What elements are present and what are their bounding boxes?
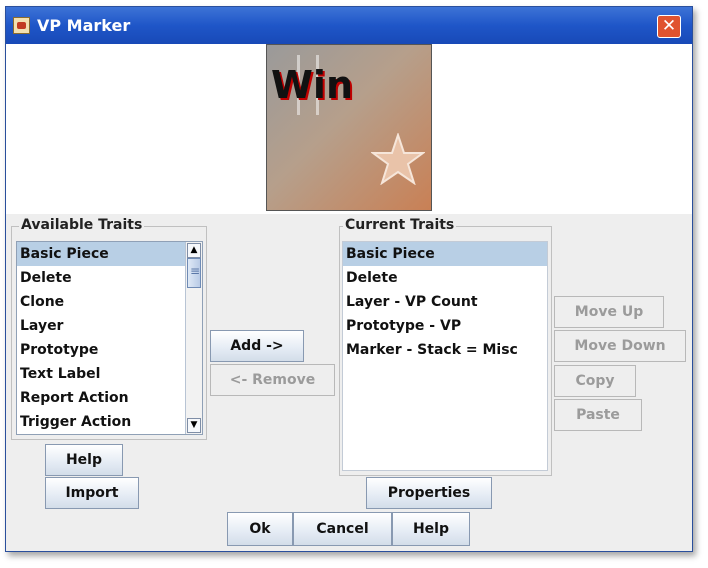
dialog-window: VP Marker ✕ Win Available Traits Basic P… bbox=[5, 6, 693, 552]
piece-preview-area: Win bbox=[6, 44, 692, 214]
list-item[interactable]: Report Action bbox=[17, 386, 202, 410]
cancel-button[interactable]: Cancel bbox=[293, 512, 392, 546]
help-button-bottom[interactable]: Help bbox=[392, 512, 470, 546]
list-item[interactable]: Prototype bbox=[17, 338, 202, 362]
list-item[interactable]: Marker - Stack = Misc bbox=[343, 338, 547, 362]
current-traits-list[interactable]: Basic Piece Delete Layer - VP Count Prototy… bbox=[342, 241, 548, 471]
scroll-down-button[interactable]: ▼ bbox=[187, 418, 201, 433]
list-item[interactable]: Prototype - VP bbox=[343, 314, 547, 338]
list-item[interactable]: Layer bbox=[17, 314, 202, 338]
star-icon bbox=[371, 133, 425, 185]
scroll-up-button[interactable]: ▲ bbox=[187, 243, 201, 258]
list-item[interactable]: Basic Piece bbox=[17, 242, 202, 266]
move-up-button[interactable]: Move Up bbox=[554, 296, 664, 328]
window-title: VP Marker bbox=[37, 16, 131, 35]
list-item[interactable]: Delete bbox=[17, 266, 202, 290]
java-app-icon bbox=[13, 17, 30, 34]
ok-button[interactable]: Ok bbox=[227, 512, 293, 546]
list-item[interactable]: Basic Piece bbox=[343, 242, 547, 266]
current-traits-label: Current Traits bbox=[343, 217, 457, 233]
paste-button[interactable]: Paste bbox=[554, 399, 642, 431]
available-traits-label: Available Traits bbox=[19, 217, 145, 233]
list-item[interactable]: Trigger Action bbox=[17, 410, 202, 434]
list-item[interactable]: Layer - VP Count bbox=[343, 290, 547, 314]
properties-button[interactable]: Properties bbox=[366, 477, 492, 509]
copy-button[interactable]: Copy bbox=[554, 365, 636, 397]
remove-button[interactable]: <- Remove bbox=[210, 364, 335, 396]
list-item[interactable]: Text Label bbox=[17, 362, 202, 386]
piece-image: Win bbox=[266, 44, 432, 211]
list-item[interactable]: Delete bbox=[343, 266, 547, 290]
add-button[interactable]: Add -> bbox=[210, 330, 304, 362]
move-down-button[interactable]: Move Down bbox=[554, 330, 686, 362]
scroll-thumb[interactable] bbox=[187, 258, 201, 288]
import-button[interactable]: Import bbox=[45, 477, 139, 509]
title-bar[interactable]: VP Marker ✕ bbox=[6, 7, 692, 44]
available-traits-list[interactable]: Basic Piece Delete Clone Layer Prototype Text… bbox=[16, 241, 203, 435]
list-item[interactable]: Clone bbox=[17, 290, 202, 314]
close-button[interactable]: ✕ bbox=[657, 15, 681, 38]
available-list-scrollbar[interactable]: ▲ ▼ bbox=[185, 242, 202, 434]
piece-label: Win bbox=[271, 63, 353, 107]
help-button-left[interactable]: Help bbox=[45, 444, 123, 476]
